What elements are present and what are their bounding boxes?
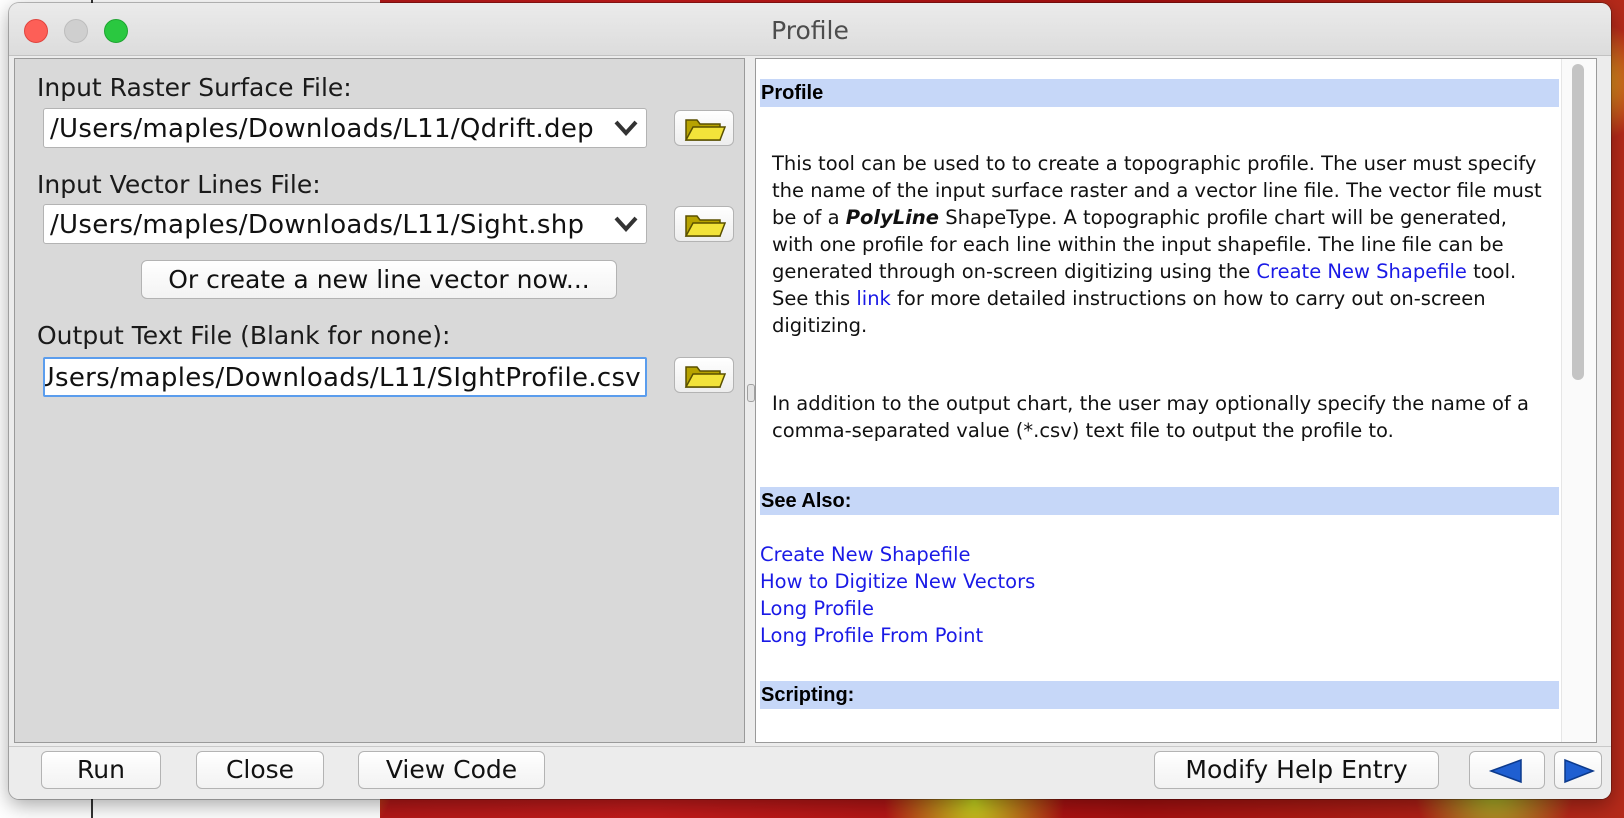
vector-file-value: /Users/maples/Downloads/L11/Sight.shp [50,210,585,240]
see-also-link[interactable]: Long Profile [760,595,1035,622]
help-paragraph-2: In addition to the output chart, the use… [772,392,1529,442]
button-bar: Run Close View Code Modify Help Entry [9,746,1611,799]
forward-arrow-icon [1564,758,1596,784]
folder-open-icon [684,119,726,141]
output-file-field[interactable]: /Users/maples/Downloads/L11/SIghtProfile… [43,357,647,397]
parameters-panel: Input Raster Surface File: /Users/maples… [14,58,745,743]
see-also-link[interactable]: Create New Shapefile [760,541,1035,568]
chevron-down-icon[interactable] [614,215,638,233]
panel-splitter[interactable] [746,58,755,743]
help-bold-text: PolyLine [845,206,940,229]
profile-dialog: Profile Input Raster Surface File: /User… [9,3,1611,799]
folder-open-icon [684,215,726,237]
help-panel: Profile This tool can be used to to crea… [755,58,1597,743]
see-also-link[interactable]: How to Digitize New Vectors [760,568,1035,595]
splitter-grip[interactable] [747,384,755,402]
raster-file-label: Input Raster Surface File: [37,73,352,102]
see-also-link[interactable]: Long Profile From Point [760,622,1035,649]
back-arrow-icon [1488,758,1522,784]
output-browse-button[interactable] [674,357,734,393]
vector-file-combo[interactable]: /Users/maples/Downloads/L11/Sight.shp [43,204,647,244]
forward-button[interactable] [1554,751,1602,789]
raster-file-combo[interactable]: /Users/maples/Downloads/L11/Qdrift.dep [43,108,647,148]
help-heading: Profile [760,79,1559,107]
scripting-heading: Scripting: [760,681,1559,709]
close-button[interactable]: Close [196,751,324,789]
output-file-value: /Users/maples/Downloads/L11/SIghtProfile… [43,363,641,393]
digitizing-instructions-link[interactable]: link [856,287,891,310]
vector-browse-button[interactable] [674,206,734,242]
see-also-heading: See Also: [760,487,1559,515]
vector-file-label: Input Vector Lines File: [37,170,321,199]
help-scrollbar[interactable] [1561,59,1596,742]
scrollbar-thumb[interactable] [1572,64,1584,380]
view-code-button[interactable]: View Code [358,751,545,789]
back-button[interactable] [1469,751,1545,789]
see-also-links: Create New Shapefile How to Digitize New… [760,541,1035,649]
output-file-label: Output Text File (Blank for none): [37,321,451,350]
window-title: Profile [771,16,849,45]
folder-open-icon [684,366,726,388]
run-button[interactable]: Run [41,751,161,789]
chevron-down-icon[interactable] [614,119,638,137]
raster-browse-button[interactable] [674,110,734,146]
create-new-shapefile-link[interactable]: Create New Shapefile [1256,260,1466,283]
raster-file-value: /Users/maples/Downloads/L11/Qdrift.dep [50,114,594,144]
title-bar: Profile [9,3,1611,56]
create-line-vector-button[interactable]: Or create a new line vector now... [141,260,617,299]
help-paragraph-1: This tool can be used to to create a top… [772,150,1552,339]
modify-help-entry-button[interactable]: Modify Help Entry [1154,751,1439,789]
